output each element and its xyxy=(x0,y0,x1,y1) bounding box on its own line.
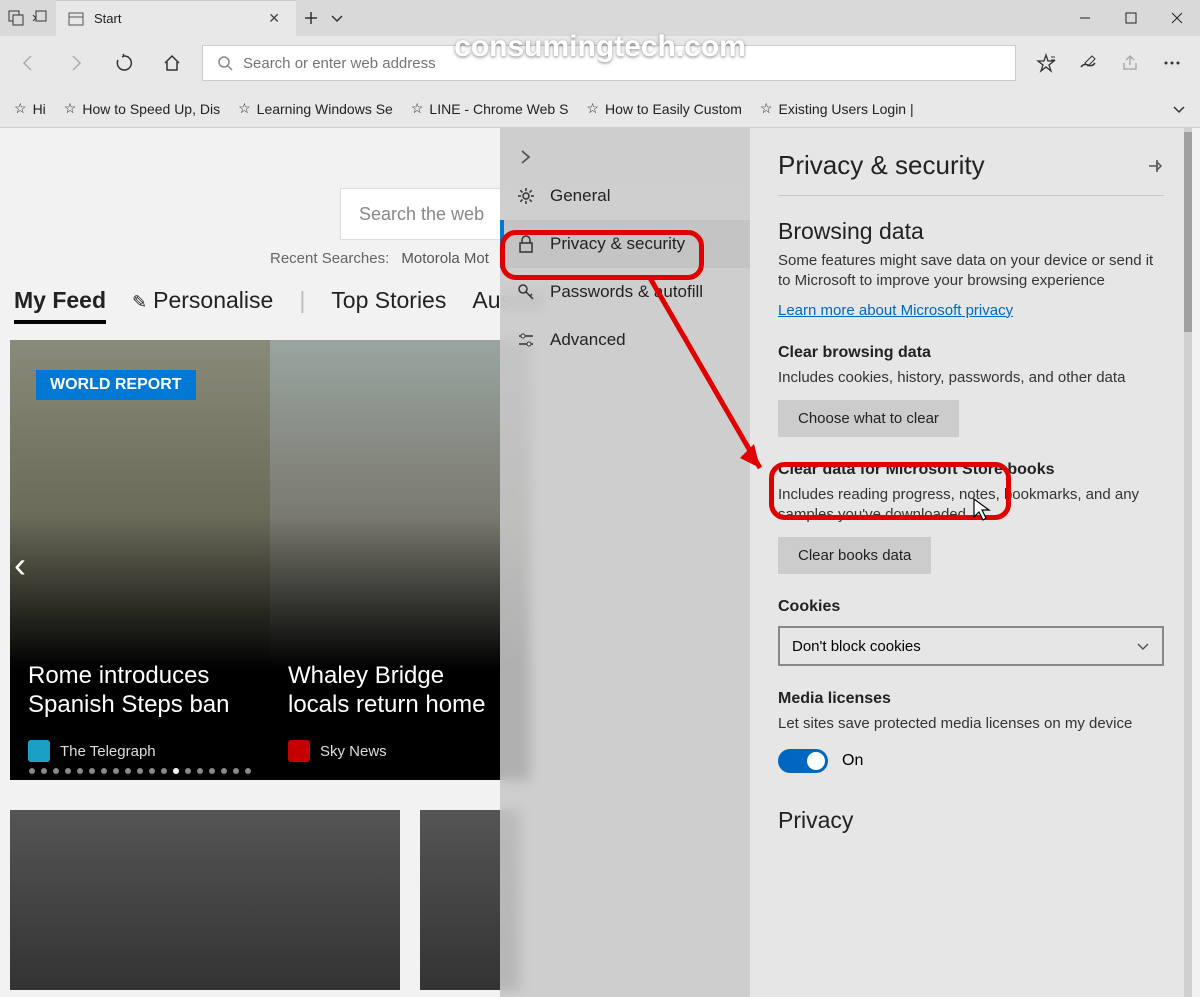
lock-icon xyxy=(516,234,536,254)
star-icon: ☆ xyxy=(14,100,27,117)
settings-nav-panel: General Privacy & security Passwords & a… xyxy=(500,128,750,997)
badge-world-report: WORLD REPORT xyxy=(36,370,196,400)
clear-browsing-description: Includes cookies, history, passwords, an… xyxy=(778,368,1164,388)
back-button[interactable] xyxy=(10,45,46,81)
address-bar-row xyxy=(0,36,1200,90)
nav-label: Passwords & autofill xyxy=(550,282,703,302)
carousel-prev-icon[interactable]: ‹ xyxy=(14,544,26,586)
refresh-button[interactable] xyxy=(106,45,142,81)
learn-more-link[interactable]: Learn more about Microsoft privacy xyxy=(778,302,1013,319)
tab-actions xyxy=(296,0,352,36)
media-licenses-heading: Media licenses xyxy=(778,690,1164,708)
cookies-heading: Cookies xyxy=(778,598,1164,616)
web-search-placeholder: Search the web xyxy=(359,204,484,225)
favorite-link[interactable]: ☆Hi xyxy=(14,100,46,117)
url-input[interactable] xyxy=(243,55,1001,72)
key-icon xyxy=(516,282,536,302)
close-window-button[interactable] xyxy=(1154,0,1200,36)
media-licenses-description: Let sites save protected media licenses … xyxy=(778,714,1164,734)
new-tab-button[interactable] xyxy=(304,11,318,25)
privacy-heading: Privacy xyxy=(778,807,1164,834)
recent-search-link[interactable]: Motorola Mot xyxy=(401,250,489,267)
nav-label: Privacy & security xyxy=(550,234,685,254)
favorite-link[interactable]: ☆Learning Windows Se xyxy=(238,100,393,117)
card-headline: Rome introduces Spanish Steps ban xyxy=(28,662,252,720)
feed-tab-personalise[interactable]: ✎Personalise xyxy=(132,287,273,320)
settings-privacy-panel: Privacy & security Browsing data Some fe… xyxy=(750,128,1192,997)
pin-icon[interactable] xyxy=(1146,157,1164,175)
browsing-data-description: Some features might save data on your de… xyxy=(778,251,1164,292)
choose-what-to-clear-button[interactable]: Choose what to clear xyxy=(778,400,959,437)
card-source: Sky News xyxy=(288,740,387,762)
clear-books-heading: Clear data for Microsoft Store books xyxy=(778,461,1164,479)
maximize-button[interactable] xyxy=(1108,0,1154,36)
window-titlebar: Start ✕ xyxy=(0,0,1200,36)
star-icon: ☆ xyxy=(586,100,599,117)
settings-nav-advanced[interactable]: Advanced xyxy=(500,316,750,364)
favorites-bar: ☆Hi ☆How to Speed Up, Dis ☆Learning Wind… xyxy=(0,90,1200,128)
tab-favicon xyxy=(68,11,84,27)
nav-label: Advanced xyxy=(550,330,626,350)
browsing-data-heading: Browsing data xyxy=(778,218,1164,245)
clear-books-description: Includes reading progress, notes, bookma… xyxy=(778,485,1164,526)
set-aside-icon[interactable] xyxy=(32,10,48,26)
favorites-overflow-icon[interactable] xyxy=(1172,102,1186,116)
browser-tab[interactable]: Start ✕ xyxy=(56,0,296,36)
pencil-icon: ✎ xyxy=(132,292,147,312)
favorite-link[interactable]: ☆How to Speed Up, Dis xyxy=(64,100,220,117)
clear-books-button[interactable]: Clear books data xyxy=(778,537,931,574)
sliders-icon xyxy=(516,330,536,350)
source-icon xyxy=(28,740,50,762)
chevron-down-icon xyxy=(1136,639,1150,653)
settings-nav-passwords[interactable]: Passwords & autofill xyxy=(500,268,750,316)
cookies-select-value: Don't block cookies xyxy=(792,638,921,655)
news-card[interactable]: Whaley Bridge locals return home Sky New… xyxy=(270,340,530,780)
window-controls xyxy=(1062,0,1200,36)
nav-label: General xyxy=(550,186,610,206)
card-headline: Whaley Bridge locals return home xyxy=(288,662,512,720)
star-icon: ☆ xyxy=(238,100,251,117)
address-bar[interactable] xyxy=(202,45,1016,81)
media-licenses-toggle[interactable] xyxy=(778,749,828,773)
source-icon xyxy=(288,740,310,762)
gear-icon xyxy=(516,186,536,206)
titlebar-left-icons xyxy=(0,0,56,36)
clear-browsing-heading: Clear browsing data xyxy=(778,344,1164,362)
star-icon: ☆ xyxy=(64,100,77,117)
toggle-label: On xyxy=(842,752,863,770)
card-source: The Telegraph xyxy=(28,740,156,762)
star-icon: ☆ xyxy=(760,100,773,117)
favorite-link[interactable]: ☆Existing Users Login | xyxy=(760,100,914,117)
feed-tab-topstories[interactable]: Top Stories xyxy=(331,287,446,320)
cookies-select[interactable]: Don't block cookies xyxy=(778,626,1164,666)
tab-title: Start xyxy=(94,11,264,26)
panel-scrollbar[interactable] xyxy=(1184,128,1192,997)
notes-button[interactable] xyxy=(1074,49,1102,77)
page-content: Search the web Recent Searches: Motorola… xyxy=(0,128,1200,997)
settings-nav-privacy[interactable]: Privacy & security xyxy=(500,220,750,268)
search-icon xyxy=(217,55,233,71)
settings-back-icon[interactable] xyxy=(500,142,750,172)
minimize-button[interactable] xyxy=(1062,0,1108,36)
home-button[interactable] xyxy=(154,45,190,81)
favorites-button[interactable] xyxy=(1032,49,1060,77)
news-thumbnail[interactable] xyxy=(10,810,400,990)
tab-close-icon[interactable]: ✕ xyxy=(264,6,284,31)
settings-nav-general[interactable]: General xyxy=(500,172,750,220)
tab-activity-icon[interactable] xyxy=(8,10,24,26)
share-button[interactable] xyxy=(1116,49,1144,77)
news-card[interactable]: WORLD REPORT Rome introduces Spanish Ste… xyxy=(10,340,270,780)
tabs-dropdown-icon[interactable] xyxy=(330,11,344,25)
favorite-link[interactable]: ☆How to Easily Custom xyxy=(586,100,742,117)
panel-title: Privacy & security xyxy=(778,150,985,181)
feed-tab-myfeed[interactable]: My Feed xyxy=(14,287,106,324)
forward-button[interactable] xyxy=(58,45,94,81)
more-button[interactable] xyxy=(1158,49,1186,77)
carousel-dots xyxy=(10,760,270,780)
favorite-link[interactable]: ☆LINE - Chrome Web S xyxy=(411,100,569,117)
star-icon: ☆ xyxy=(411,100,424,117)
